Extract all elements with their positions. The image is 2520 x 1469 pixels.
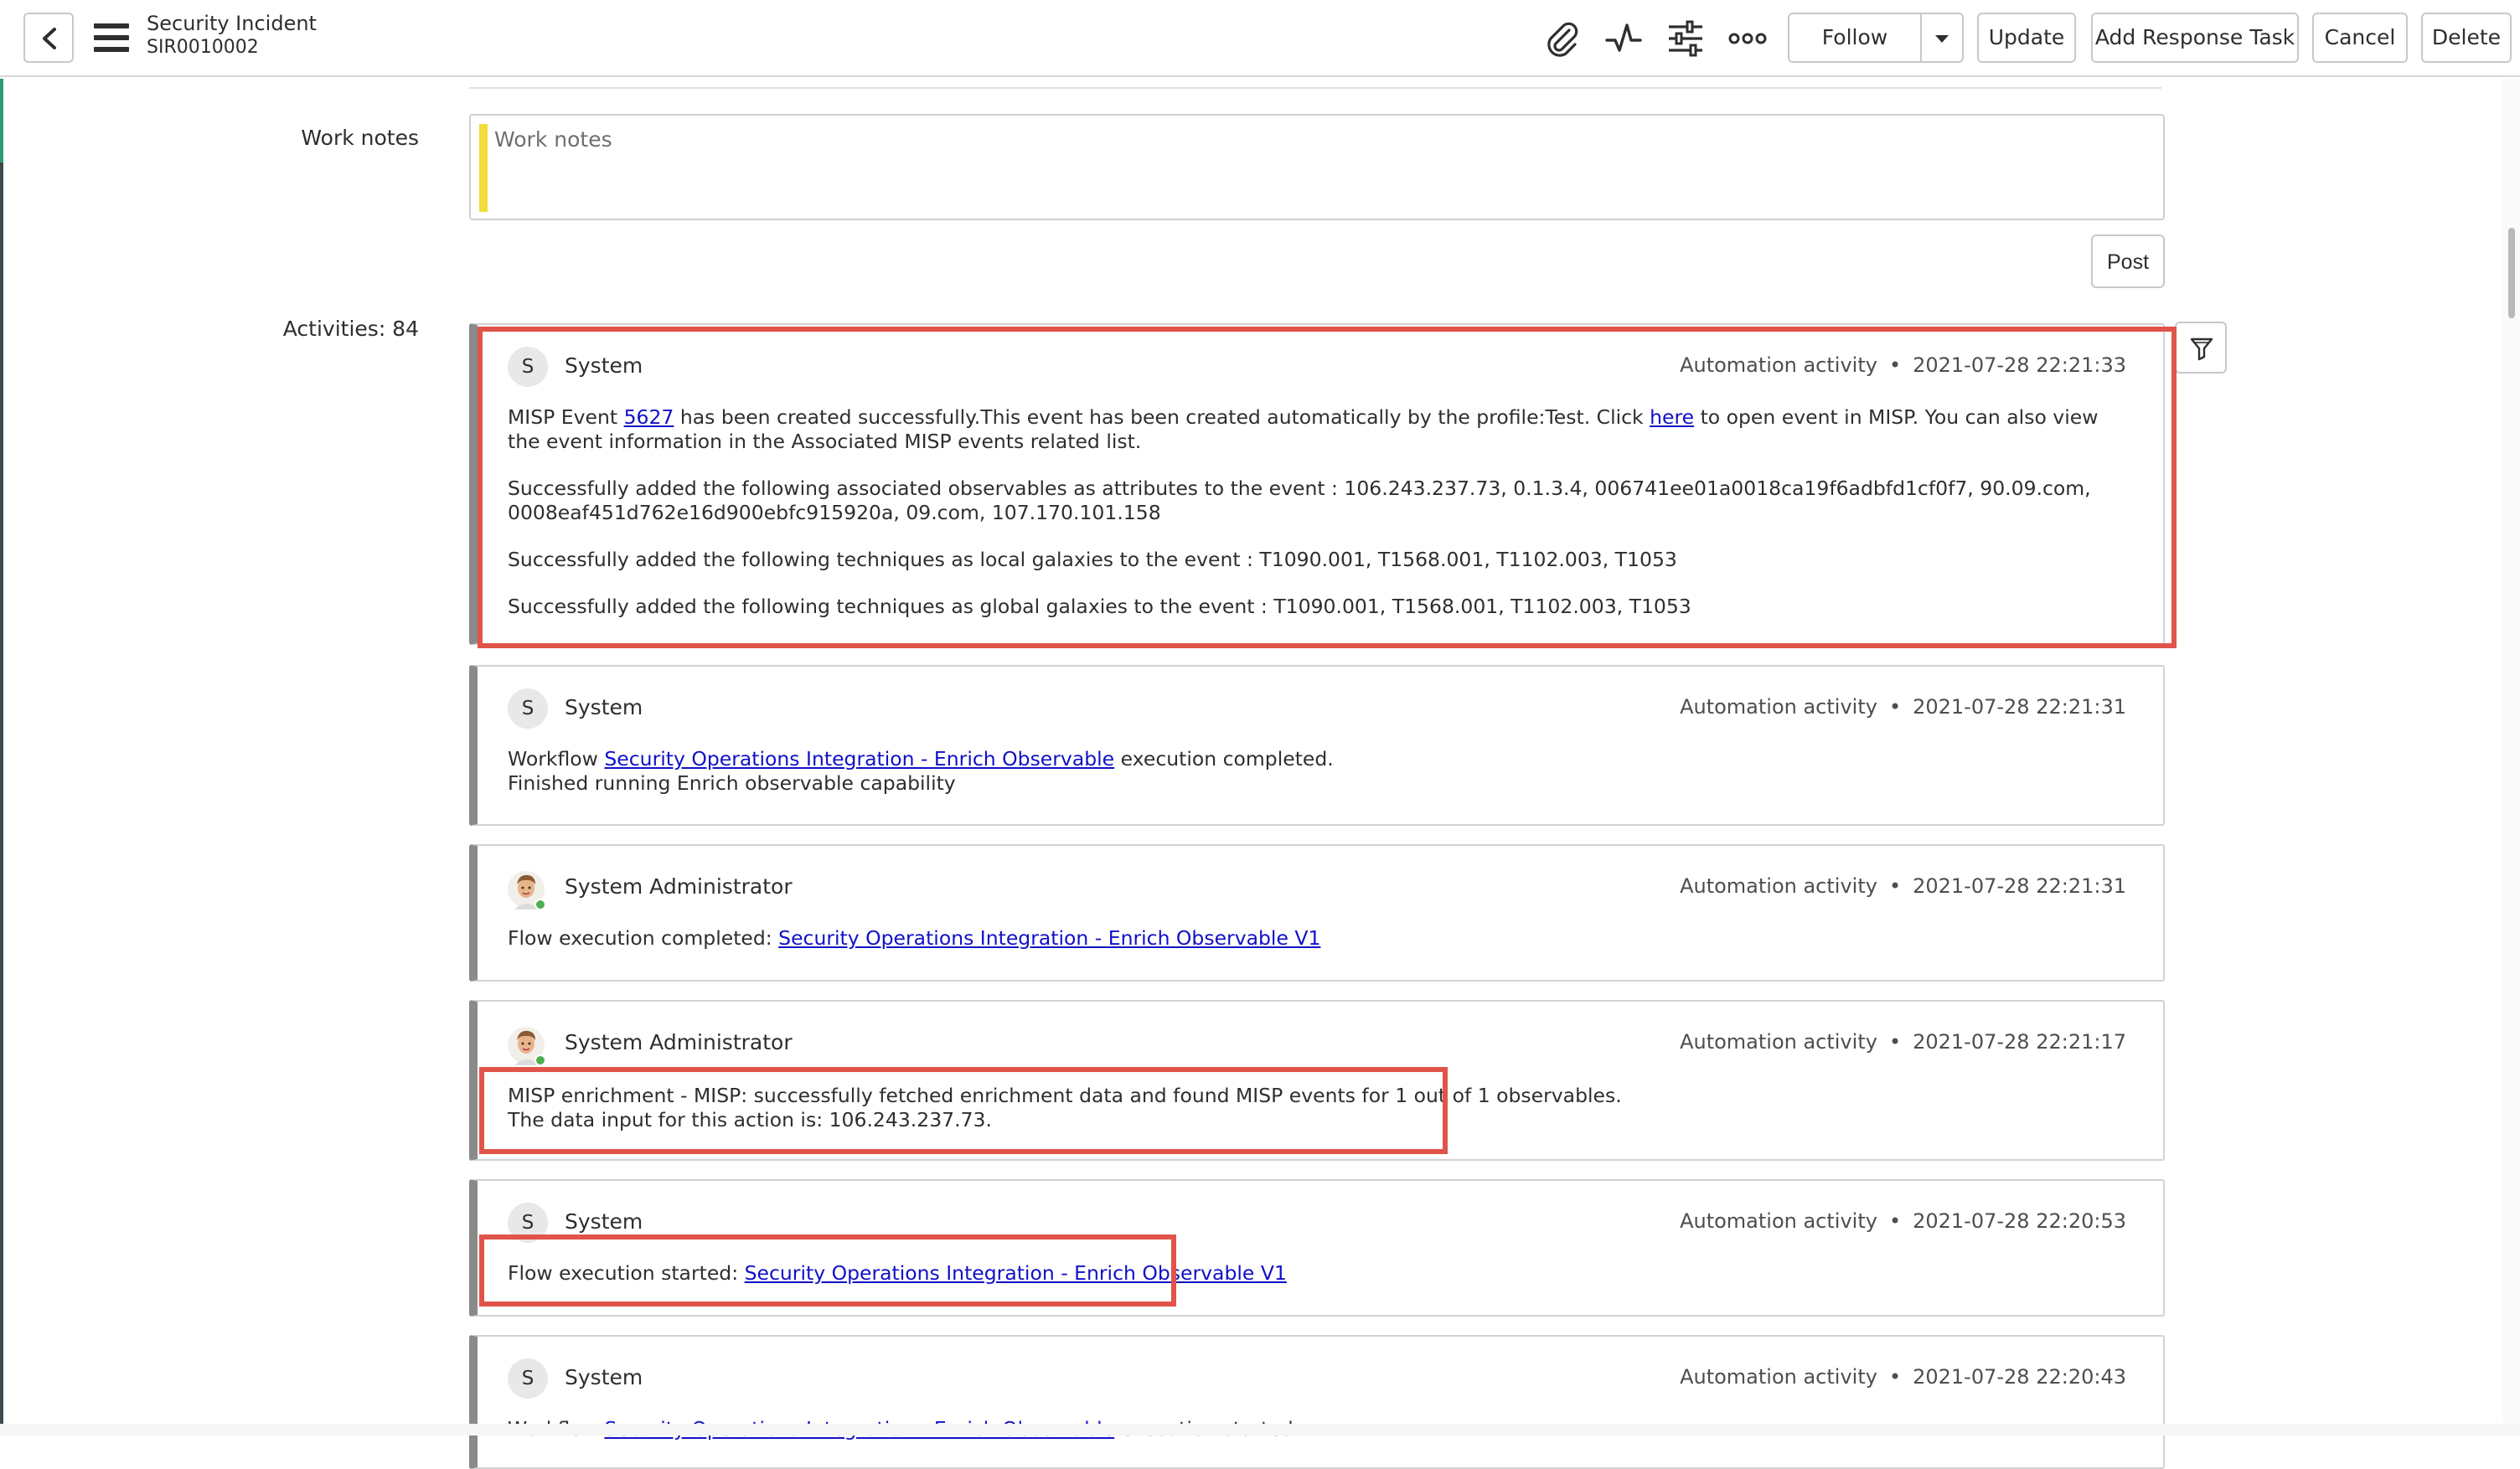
activity-meta: Automation activity • 2021-07-28 22:20:43 (1680, 1365, 2126, 1389)
chevron-down-icon (1935, 35, 1949, 43)
activity-meta: Automation activity • 2021-07-28 22:21:31 (1680, 695, 2126, 719)
work-notes-input[interactable]: Work notes (469, 114, 2165, 220)
more-icon[interactable] (1727, 18, 1768, 59)
cancel-button[interactable]: Cancel (2312, 13, 2408, 63)
activity-timestamp: 2021-07-28 22:21:17 (1913, 1030, 2126, 1054)
activity-line: Finished running Enrich observable capab… (508, 771, 956, 795)
text-segment: execution completed. (1114, 747, 1334, 771)
post-button[interactable]: Post (2091, 235, 2165, 288)
follow-dropdown-button[interactable] (1920, 13, 1964, 63)
activities-label: Activities: 84 (282, 317, 419, 341)
activity-line: Flow execution completed: Security Opera… (508, 926, 2130, 951)
text-segment: Workflow (508, 747, 605, 771)
settings-sliders-icon[interactable] (1665, 18, 1706, 59)
menu-icon[interactable] (94, 23, 129, 52)
admin-avatar-icon (508, 871, 546, 910)
activity-card: S System Automation activity • 2021-07-28 … (469, 1179, 2165, 1317)
activity-body: MISP Event 5627 has been created success… (508, 405, 2130, 619)
activity-author: System Administrator (565, 874, 793, 899)
bottom-edge (0, 1424, 2520, 1435)
activity-body: Flow execution completed: Security Opera… (508, 926, 2130, 951)
activity-timestamp: 2021-07-28 22:21:33 (1913, 353, 2126, 377)
section-divider (469, 87, 2161, 89)
back-button[interactable] (23, 13, 74, 63)
avatar: S (508, 1203, 548, 1243)
separator-dot: • (1888, 1030, 1902, 1054)
work-notes-label: Work notes (301, 126, 419, 150)
work-notes-placeholder: Work notes (494, 127, 612, 152)
text-segment: Flow execution started: (508, 1261, 745, 1285)
activity-body: Workflow Security Operations Integration… (508, 747, 2130, 796)
activity-card: S System Automation activity • 2021-07-28 … (469, 1335, 2165, 1469)
page-title: Security Incident (147, 12, 317, 35)
activity-line: MISP enrichment - MISP: successfully fet… (508, 1084, 1622, 1107)
activity-type: Automation activity (1680, 874, 1877, 898)
separator-dot: • (1888, 1365, 1902, 1389)
avatar: S (508, 347, 548, 387)
separator-dot: • (1888, 695, 1902, 719)
avatar: S (508, 1358, 548, 1399)
activity-timestamp: 2021-07-28 22:21:31 (1913, 874, 2126, 898)
workflow-link[interactable]: Security Operations Integration - Enrich… (604, 747, 1114, 771)
activity-meta: Automation activity • 2021-07-28 22:21:17 (1680, 1030, 2126, 1054)
activity-body: MISP enrichment - MISP: successfully fet… (508, 1084, 2130, 1132)
avatar: S (508, 688, 548, 729)
add-response-task-button[interactable]: Add Response Task (2091, 13, 2299, 63)
activity-author: System (565, 1209, 643, 1234)
activity-icon[interactable] (1603, 18, 1644, 59)
record-number: SIR0010002 (147, 37, 259, 58)
form-header: Security Incident SIR0010002 Follow Upda… (0, 0, 2520, 77)
activity-type: Automation activity (1680, 353, 1877, 377)
filter-icon (2190, 338, 2213, 361)
activity-author: System (565, 695, 643, 719)
mandatory-indicator (479, 124, 488, 212)
activity-card: System Administrator Automation activity… (469, 844, 2165, 982)
separator-dot: • (1888, 353, 1902, 377)
update-button[interactable]: Update (1977, 13, 2076, 63)
left-edge-accent (0, 79, 3, 162)
open-in-misp-link[interactable]: here (1650, 405, 1694, 429)
activity-card: System Administrator Automation activity… (469, 1000, 2165, 1161)
left-edge-strip (0, 79, 3, 1435)
activity-author: System Administrator (565, 1030, 793, 1054)
activity-meta: Automation activity • 2021-07-28 22:21:33 (1680, 353, 2126, 377)
activity-type: Automation activity (1680, 1030, 1877, 1054)
activity-card: S System Automation activity • 2021-07-28 … (469, 323, 2165, 645)
activity-card: S System Automation activity • 2021-07-28 … (469, 665, 2165, 826)
scrollbar-thumb[interactable] (2508, 228, 2515, 318)
follow-button[interactable]: Follow (1788, 13, 1922, 63)
activity-line: Workflow Security Operations Integration… (508, 747, 2130, 771)
activity-author: System (565, 353, 643, 378)
activity-paragraph: Successfully added the following techniq… (508, 548, 1677, 571)
back-icon (43, 28, 56, 49)
text-segment: MISP Event (508, 405, 624, 429)
activity-paragraph: MISP Event 5627 has been created success… (508, 405, 2130, 454)
activity-body: Flow execution started: Security Operati… (508, 1261, 2130, 1286)
activity-line: Flow execution started: Security Operati… (508, 1261, 2130, 1286)
text-segment: Flow execution completed: (508, 926, 779, 950)
activity-meta: Automation activity • 2021-07-28 22:21:31 (1680, 874, 2126, 898)
text-segment: has been created successfully.This event… (674, 405, 1650, 429)
activity-author: System (565, 1365, 643, 1389)
activity-line: The data input for this action is: 106.2… (508, 1108, 992, 1131)
activity-meta: Automation activity • 2021-07-28 22:20:53 (1680, 1209, 2126, 1233)
activity-type: Automation activity (1680, 1365, 1877, 1389)
paperclip-icon[interactable] (1541, 18, 1582, 59)
flow-link[interactable]: Security Operations Integration - Enrich… (745, 1261, 1287, 1285)
activity-type: Automation activity (1680, 1209, 1877, 1233)
admin-avatar-icon (508, 1027, 546, 1066)
activity-timestamp: 2021-07-28 22:21:31 (1913, 695, 2126, 719)
flow-link[interactable]: Security Operations Integration - Enrich… (778, 926, 1320, 950)
activity-timestamp: 2021-07-28 22:20:53 (1913, 1209, 2126, 1233)
activity-filter-button[interactable] (2175, 322, 2227, 374)
delete-button[interactable]: Delete (2421, 13, 2512, 63)
activity-timestamp: 2021-07-28 22:20:43 (1913, 1365, 2126, 1389)
activity-paragraph: Successfully added the following associa… (508, 477, 2091, 524)
activity-paragraph: Successfully added the following techniq… (508, 595, 1691, 618)
misp-event-link[interactable]: 5627 (624, 405, 674, 429)
activity-type: Automation activity (1680, 695, 1877, 719)
separator-dot: • (1888, 874, 1902, 898)
separator-dot: • (1888, 1209, 1902, 1233)
